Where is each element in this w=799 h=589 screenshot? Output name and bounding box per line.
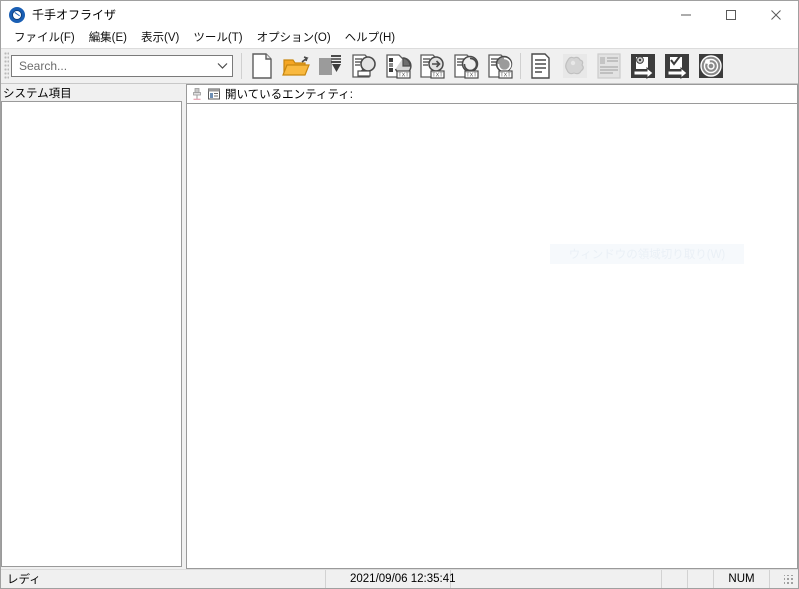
system-items-pane: システム項目 <box>1 84 182 569</box>
menu-item-tools[interactable]: ツール(T) <box>186 30 249 48</box>
ghost-tooltip: ウィンドウの領域切り取り(W) <box>550 244 744 264</box>
menu-item-edit[interactable]: 編集(E) <box>82 30 134 48</box>
puzzle-piece-icon <box>561 52 589 80</box>
svg-text:TXT: TXT <box>466 73 477 79</box>
convert-txt-button[interactable]: TXT <box>449 50 483 82</box>
toolbar: Search... TXT TXT TXT TXT <box>1 48 798 84</box>
status-num-indicator: NUM <box>714 570 770 588</box>
document-arrow-txt-icon: TXT <box>418 52 446 80</box>
open-folder-icon <box>282 52 310 80</box>
list-view-button[interactable] <box>592 50 626 82</box>
document-convert-txt-icon: TXT <box>452 52 480 80</box>
save-download-icon <box>316 52 344 80</box>
entity-search-button[interactable] <box>347 50 381 82</box>
status-blank-3 <box>688 570 714 588</box>
status-ready: レディ <box>1 570 326 588</box>
gear-export-icon <box>629 52 657 80</box>
search-input[interactable]: Search... <box>12 59 212 73</box>
mdi-workspace[interactable]: ウィンドウの領域切り取り(W) <box>186 103 798 569</box>
application-window: 千手オフライザ ファイル(F) 編集(E) 表示(V) ツール(T) オプション… <box>0 0 799 589</box>
compass-icon <box>9 6 25 23</box>
maximize-icon[interactable] <box>708 1 753 29</box>
config-export-button[interactable] <box>626 50 660 82</box>
entity-pane-caption: 開いているエンティティ: <box>186 84 798 103</box>
client-area: システム項目 開いているエンティティ: ウィンドウの領域切り取り(W) <box>1 84 798 569</box>
puzzle-button[interactable] <box>558 50 592 82</box>
check-export-icon <box>663 52 691 80</box>
open-folder-button[interactable] <box>279 50 313 82</box>
menu-item-view[interactable]: 表示(V) <box>134 30 186 48</box>
toolbar-separator-2 <box>520 53 521 79</box>
target-scan-button[interactable] <box>694 50 728 82</box>
system-items-caption: システム項目 <box>1 84 182 101</box>
menu-item-options[interactable]: オプション(O) <box>250 30 338 48</box>
minimize-icon[interactable] <box>663 1 708 29</box>
document-inspect-txt-icon: TXT <box>486 52 514 80</box>
new-document-icon <box>249 52 275 80</box>
toolbar-grip[interactable] <box>4 52 9 80</box>
window-title: 千手オフライザ <box>32 8 117 22</box>
svg-text:TXT: TXT <box>500 73 511 79</box>
status-resize-area[interactable] <box>770 570 798 588</box>
menu-item-help[interactable]: ヘルプ(H) <box>338 30 402 48</box>
search-combo[interactable]: Search... <box>11 55 233 77</box>
window-list-icon[interactable] <box>207 87 221 101</box>
toolbar-separator <box>241 53 242 79</box>
document-chart-txt-icon: TXT <box>384 52 412 80</box>
system-items-list[interactable] <box>1 101 182 567</box>
status-timestamp: 2021/09/06 12:35:41 <box>326 570 456 588</box>
inspect-txt-button[interactable]: TXT <box>483 50 517 82</box>
close-icon[interactable] <box>753 1 798 29</box>
status-blank-1 <box>451 570 662 588</box>
menu-bar: ファイル(F) 編集(E) 表示(V) ツール(T) オプション(O) ヘルプ(… <box>1 29 798 48</box>
list-document-icon <box>595 52 623 80</box>
report-page-button[interactable] <box>524 50 558 82</box>
save-download-button[interactable] <box>313 50 347 82</box>
new-document-button[interactable] <box>245 50 279 82</box>
document-search-icon <box>350 52 378 80</box>
status-blank-2 <box>662 570 688 588</box>
check-export-button[interactable] <box>660 50 694 82</box>
svg-text:TXT: TXT <box>398 73 409 79</box>
export-txt-button[interactable]: TXT <box>381 50 415 82</box>
import-txt-button[interactable]: TXT <box>415 50 449 82</box>
svg-text:TXT: TXT <box>432 73 443 79</box>
entity-pane: 開いているエンティティ: ウィンドウの領域切り取り(W) <box>186 84 798 569</box>
resize-grip-icon[interactable] <box>784 575 795 586</box>
menu-item-file[interactable]: ファイル(F) <box>7 30 82 48</box>
lined-page-icon <box>528 52 554 80</box>
target-scan-icon <box>697 52 725 80</box>
status-bar: レディ 2021/09/06 12:35:41 NUM <box>1 569 798 588</box>
chevron-down-icon[interactable] <box>212 62 232 70</box>
title-bar: 千手オフライザ <box>1 1 798 29</box>
pin-icon[interactable] <box>190 87 204 101</box>
entity-caption-label: 開いているエンティティ: <box>225 89 353 101</box>
window-controls <box>663 1 798 29</box>
